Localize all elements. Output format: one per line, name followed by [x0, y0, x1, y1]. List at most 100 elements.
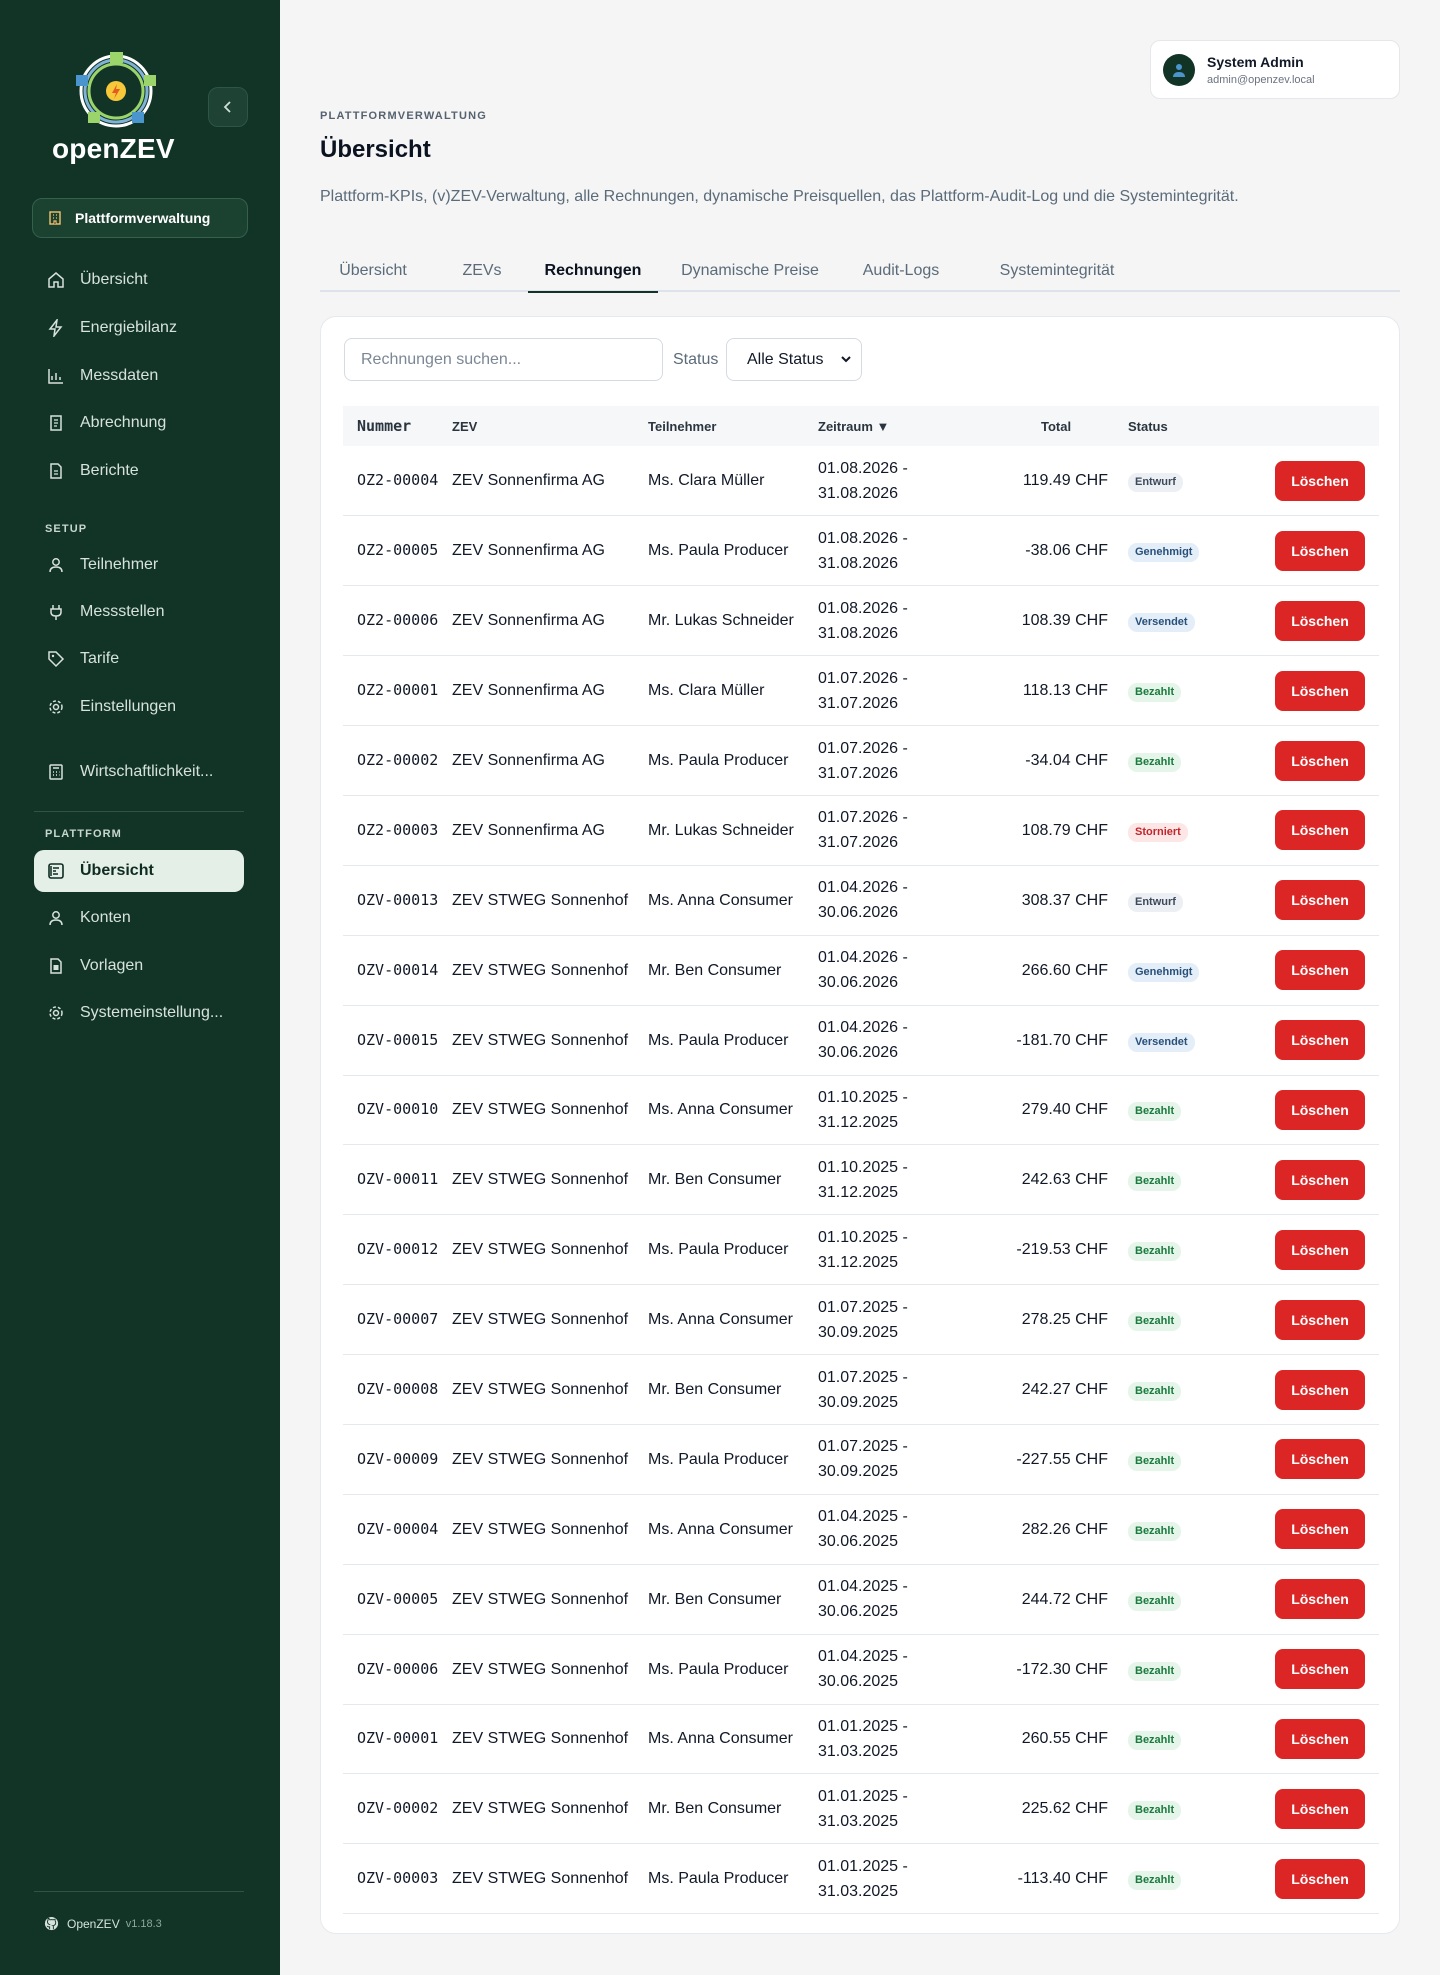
- tab-dynamische-preise[interactable]: Dynamische Preise: [676, 250, 824, 292]
- sidebar-item-items_main-1[interactable]: Energiebilanz: [34, 307, 244, 349]
- invoice-participant: Mr. Ben Consumer: [648, 1590, 782, 1608]
- sidebar-item-items_main-0[interactable]: Übersicht: [34, 259, 244, 301]
- sidebar-item-items_setup-4[interactable]: Wirtschaftlichkeit...: [34, 751, 244, 793]
- tag-icon: [46, 650, 66, 668]
- tab-zevs[interactable]: ZEVs: [450, 250, 514, 292]
- sidebar-item-items_setup-3[interactable]: Einstellungen: [34, 686, 244, 728]
- invoice-total: -181.70 CHF: [1016, 1031, 1108, 1049]
- table-row[interactable]: OZV-00001 ZEV STWEG Sonnenhof Ms. Anna Con…: [343, 1704, 1379, 1774]
- status-badge: Versendet: [1128, 613, 1195, 633]
- col-period[interactable]: Zeitraum ▼: [818, 406, 977, 446]
- delete-invoice-button[interactable]: Löschen: [1275, 530, 1365, 571]
- sidebar-footer[interactable]: OpenZEV v1.18.3: [44, 1916, 162, 1931]
- invoice-participant: Ms. Paula Producer: [648, 1241, 789, 1259]
- invoice-search-input[interactable]: [344, 338, 663, 381]
- table-row[interactable]: OZV-00002 ZEV STWEG Sonnenhof Mr. Ben Cons…: [343, 1774, 1379, 1844]
- table-row[interactable]: OZV-00015 ZEV STWEG Sonnenhof Ms. Paula Pr…: [343, 1005, 1379, 1076]
- invoice-zev: ZEV STWEG Sonnenhof: [452, 1870, 629, 1888]
- delete-invoice-button[interactable]: Löschen: [1275, 1369, 1365, 1410]
- delete-invoice-button[interactable]: Löschen: [1275, 950, 1365, 991]
- status-badge: Entwurf: [1128, 892, 1183, 912]
- sidebar-item-items_setup-1[interactable]: Messstellen: [34, 591, 244, 633]
- tab-uebersicht[interactable]: Übersicht: [320, 250, 426, 292]
- table-row[interactable]: OZV-00009 ZEV STWEG Sonnenhof Ms. Paula Pr…: [343, 1424, 1379, 1495]
- sidebar-item-items_main-3[interactable]: Abrechnung: [34, 402, 244, 444]
- table-row[interactable]: OZV-00008 ZEV STWEG Sonnenhof Mr. Ben Cons…: [343, 1355, 1379, 1425]
- delete-invoice-button[interactable]: Löschen: [1275, 1579, 1365, 1620]
- org-switch-label: Plattformverwaltung: [75, 210, 211, 226]
- tab-rechnungen[interactable]: Rechnungen: [528, 250, 658, 293]
- sidebar: openZEV Plattformverwaltung Übersicht Ene…: [0, 0, 280, 1975]
- collapse-sidebar-button[interactable]: [208, 87, 248, 127]
- table-row[interactable]: OZV-00003 ZEV STWEG Sonnenhof Ms. Paula Pr…: [343, 1844, 1379, 1914]
- table-row[interactable]: OZV-00005 ZEV STWEG Sonnenhof Mr. Ben Cons…: [343, 1564, 1379, 1635]
- table-row[interactable]: OZV-00010 ZEV STWEG Sonnenhof Ms. Anna Con…: [343, 1075, 1379, 1145]
- table-row[interactable]: OZ2-00006 ZEV Sonnenfirma AG Mr. Lukas Sch…: [343, 586, 1379, 656]
- sidebar-item-items_platform-1[interactable]: Konten: [34, 897, 244, 939]
- delete-invoice-button[interactable]: Löschen: [1275, 810, 1365, 851]
- delete-invoice-button[interactable]: Löschen: [1275, 1509, 1365, 1550]
- delete-invoice-button[interactable]: Löschen: [1275, 740, 1365, 781]
- delete-invoice-button[interactable]: Löschen: [1275, 1089, 1365, 1130]
- table-row[interactable]: OZV-00007 ZEV STWEG Sonnenhof Ms. Anna Con…: [343, 1285, 1379, 1355]
- invoice-number: OZV-00002: [357, 1799, 439, 1818]
- delete-invoice-button[interactable]: Löschen: [1275, 600, 1365, 641]
- invoice-actions-cell: Löschen: [1218, 1145, 1379, 1215]
- delete-invoice-button[interactable]: Löschen: [1275, 1788, 1365, 1829]
- delete-invoice-button[interactable]: Löschen: [1275, 1718, 1365, 1759]
- table-row[interactable]: OZ2-00001 ZEV Sonnenfirma AG Ms. Clara Mül…: [343, 656, 1379, 726]
- table-row[interactable]: OZV-00012 ZEV STWEG Sonnenhof Ms. Paula Pr…: [343, 1215, 1379, 1285]
- tab-systemintegritaet[interactable]: Systemintegrität: [976, 250, 1138, 292]
- invoice-number: OZV-00010: [357, 1100, 439, 1119]
- sidebar-item-items_setup-2[interactable]: Tarife: [34, 638, 244, 680]
- col-status[interactable]: Status: [1108, 406, 1218, 446]
- invoice-participant: Ms. Clara Müller: [648, 682, 765, 700]
- col-total[interactable]: Total: [977, 406, 1108, 446]
- status-filter-select[interactable]: Alle Status: [726, 338, 862, 381]
- delete-invoice-button[interactable]: Löschen: [1275, 1858, 1365, 1899]
- table-row[interactable]: OZV-00013 ZEV STWEG Sonnenhof Ms. Anna Con…: [343, 865, 1379, 936]
- invoice-participant: Ms. Anna Consumer: [648, 1101, 793, 1119]
- col-zev[interactable]: ZEV: [452, 406, 648, 446]
- tab-audit-logs[interactable]: Audit-Logs: [848, 250, 954, 292]
- delete-invoice-button[interactable]: Löschen: [1275, 1229, 1365, 1270]
- template-icon: [46, 957, 66, 975]
- invoice-total: 244.72 CHF: [1021, 1590, 1108, 1608]
- delete-invoice-button[interactable]: Löschen: [1275, 1299, 1365, 1340]
- chevron-down-icon: [841, 356, 851, 363]
- invoice-total: 278.25 CHF: [1021, 1311, 1108, 1329]
- table-row[interactable]: OZ2-00005 ZEV Sonnenfirma AG Ms. Paula Pro…: [343, 516, 1379, 586]
- delete-invoice-button[interactable]: Löschen: [1275, 460, 1365, 501]
- table-row[interactable]: OZ2-00003 ZEV Sonnenfirma AG Mr. Lukas Sch…: [343, 795, 1379, 866]
- invoice-number: OZ2-00006: [357, 611, 439, 630]
- sidebar-item-items_main-4[interactable]: Berichte: [34, 450, 244, 492]
- status-badge: Bezahlt: [1128, 1661, 1182, 1681]
- invoice-participant: Mr. Lukas Schneider: [648, 612, 794, 630]
- delete-invoice-button[interactable]: Löschen: [1275, 1649, 1365, 1690]
- table-row[interactable]: OZV-00004 ZEV STWEG Sonnenhof Ms. Anna Con…: [343, 1494, 1379, 1565]
- table-row[interactable]: OZV-00014 ZEV STWEG Sonnenhof Mr. Ben Cons…: [343, 935, 1379, 1006]
- delete-invoice-button[interactable]: Löschen: [1275, 1159, 1365, 1200]
- user-menu[interactable]: System Admin admin@openzev.local: [1150, 40, 1400, 99]
- invoice-actions-cell: Löschen: [1218, 1494, 1379, 1564]
- table-row[interactable]: OZV-00006 ZEV STWEG Sonnenhof Ms. Paula Pr…: [343, 1634, 1379, 1705]
- org-switch-button[interactable]: Plattformverwaltung: [32, 198, 248, 238]
- sidebar-item-items_platform-2[interactable]: Vorlagen: [34, 945, 244, 987]
- app-name: openZEV: [52, 133, 175, 164]
- col-participant[interactable]: Teilnehmer: [648, 406, 818, 446]
- table-row[interactable]: OZV-00011 ZEV STWEG Sonnenhof Mr. Ben Cons…: [343, 1145, 1379, 1215]
- status-badge: Bezahlt: [1128, 1871, 1182, 1891]
- sidebar-item-items_main-2[interactable]: Messdaten: [34, 355, 244, 397]
- delete-invoice-button[interactable]: Löschen: [1275, 1439, 1365, 1480]
- sidebar-item-items_setup-0[interactable]: Teilnehmer: [34, 544, 244, 586]
- table-row[interactable]: OZ2-00002 ZEV Sonnenfirma AG Ms. Paula Pro…: [343, 726, 1379, 796]
- sidebar-item-items_platform-0[interactable]: Übersicht: [34, 850, 244, 892]
- sidebar-item-items_platform-3[interactable]: Systemeinstellung...: [34, 992, 244, 1034]
- col-number[interactable]: Nummer: [343, 406, 452, 446]
- delete-invoice-button[interactable]: Löschen: [1275, 1020, 1365, 1061]
- delete-invoice-button[interactable]: Löschen: [1275, 880, 1365, 921]
- calculator-icon: [46, 763, 66, 781]
- invoice-participant: Ms. Paula Producer: [648, 1660, 789, 1678]
- delete-invoice-button[interactable]: Löschen: [1275, 670, 1365, 711]
- table-row[interactable]: OZ2-00004 ZEV Sonnenfirma AG Ms. Clara Mül…: [343, 446, 1379, 516]
